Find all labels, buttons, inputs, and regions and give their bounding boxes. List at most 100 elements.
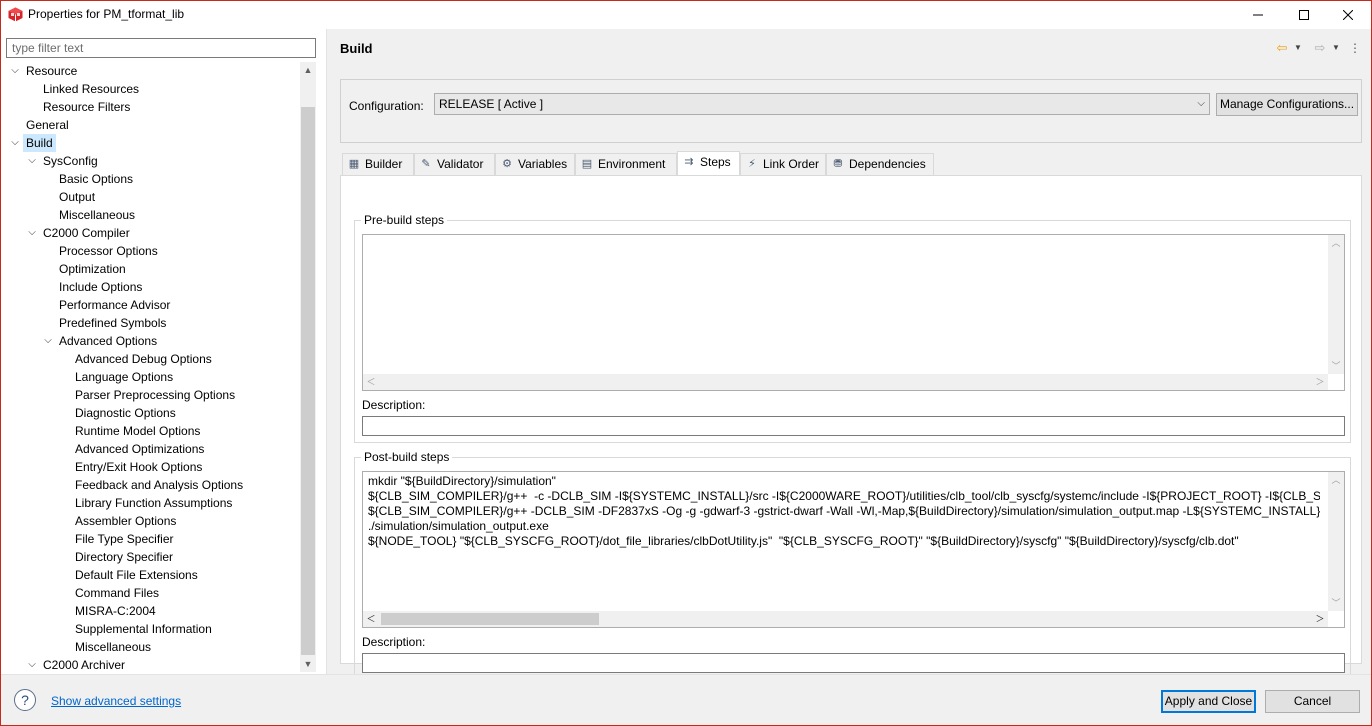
manage-configurations-button[interactable]: Manage Configurations... (1216, 93, 1358, 116)
chevron-down-icon[interactable]: ⌵ (9, 134, 21, 152)
scroll-up-icon[interactable]: ▲ (300, 62, 316, 78)
window-title: Properties for PM_tformat_lib (28, 7, 185, 21)
scroll-left-icon[interactable]: ＜ (363, 611, 379, 627)
tree-item-label: General (26, 118, 69, 132)
close-button[interactable] (1325, 1, 1371, 29)
tree-item[interactable]: ⌵ C2000 Compiler (1, 224, 299, 242)
chevron-down-icon[interactable]: ⌵ (26, 656, 38, 672)
tree-item[interactable]: ⌵ SysConfig (1, 152, 299, 170)
tree-item[interactable]: General (1, 116, 299, 134)
configuration-select[interactable]: RELEASE [ Active ] ⌵ (434, 93, 1210, 115)
configuration-section: Configuration: RELEASE [ Active ] ⌵ Mana… (340, 79, 1362, 143)
tab-label: Environment (598, 157, 666, 171)
help-icon[interactable]: ? (14, 689, 36, 711)
apply-and-close-button[interactable]: Apply and Close (1161, 690, 1256, 713)
tree-item-label: Supplemental Information (75, 622, 212, 636)
tree-item[interactable]: Processor Options (1, 242, 299, 260)
tree-item[interactable]: MISRA-C:2004 (1, 602, 299, 620)
scroll-right-icon[interactable]: ＞ (1312, 374, 1328, 390)
tree-item[interactable]: Predefined Symbols (1, 314, 299, 332)
tree-item[interactable]: Default File Extensions (1, 566, 299, 584)
pre-build-description-field[interactable] (362, 416, 1345, 436)
chevron-down-icon[interactable]: ⌵ (42, 332, 54, 350)
tree-item[interactable]: Linked Resources (1, 80, 299, 98)
tab-validator[interactable]: ✎ Validator (414, 153, 495, 175)
title-bar[interactable]: Properties for PM_tformat_lib (1, 1, 1371, 29)
tree-item-label: Feedback and Analysis Options (75, 478, 244, 492)
show-advanced-settings-link[interactable]: Show advanced settings (51, 694, 181, 708)
tree-item[interactable]: Command Files (1, 584, 299, 602)
tree-item[interactable]: Miscellaneous (1, 206, 299, 224)
tree-item[interactable]: Output (1, 188, 299, 206)
cancel-button[interactable]: Cancel (1265, 690, 1360, 713)
scroll-up-icon[interactable]: ︿ (1328, 235, 1344, 251)
post-build-commands[interactable]: mkdir "${BuildDirectory}/simulation" ${CL… (362, 471, 1345, 628)
scroll-right-icon[interactable]: ＞ (1312, 611, 1328, 627)
maximize-button[interactable] (1281, 1, 1327, 29)
tree-item[interactable]: Feedback and Analysis Options (1, 476, 299, 494)
properties-dialog: Properties for PM_tformat_lib ⌵ Resource L… (0, 0, 1372, 726)
scroll-up-icon[interactable]: ︿ (1328, 472, 1344, 488)
post-build-description-field[interactable] (362, 653, 1345, 673)
tree-item[interactable]: ⌵ C2000 Archiver (1, 656, 299, 672)
post-build-vscroll[interactable]: ︿ ﹀ (1328, 472, 1344, 611)
tree-item-label: Command Files (75, 586, 160, 600)
tree-item[interactable]: Supplemental Information (1, 620, 299, 638)
tree-item[interactable]: Language Options (1, 368, 299, 386)
tree-item[interactable]: Runtime Model Options (1, 422, 299, 440)
tree-item[interactable]: ⌵ Advanced Options (1, 332, 299, 350)
tree-item[interactable]: Advanced Debug Options (1, 350, 299, 368)
minimize-button[interactable] (1235, 1, 1281, 29)
scroll-left-icon[interactable]: ＜ (363, 374, 379, 390)
post-build-command-text: mkdir "${BuildDirectory}/simulation" ${CL… (368, 474, 1320, 549)
post-build-line: ./simulation/simulation_output.exe (368, 519, 549, 533)
chevron-down-icon[interactable]: ⌵ (26, 224, 38, 242)
tree-item[interactable]: Basic Options (1, 170, 299, 188)
tab-environment[interactable]: ▤ Environment (575, 153, 677, 175)
tree-item[interactable]: ⌵ Resource (1, 62, 299, 80)
scroll-down-icon[interactable]: ﹀ (1328, 358, 1344, 374)
view-menu-icon[interactable]: ⋮ (1349, 39, 1361, 57)
hscroll-thumb[interactable] (381, 613, 599, 625)
tree-item[interactable]: Parser Preprocessing Options (1, 386, 299, 404)
tree-item[interactable]: File Type Specifier (1, 530, 299, 548)
chevron-down-icon[interactable]: ⌵ (9, 62, 21, 80)
tree-item-label: Advanced Debug Options (75, 352, 212, 366)
filter-input[interactable] (6, 38, 316, 58)
forward-dropdown-icon[interactable]: ▼ (1331, 39, 1341, 57)
scrollbar-thumb[interactable] (301, 107, 315, 655)
tree-item[interactable]: Assembler Options (1, 512, 299, 530)
tab-steps[interactable]: ⇉ Steps (677, 151, 740, 175)
chevron-down-icon[interactable]: ⌵ (26, 152, 38, 170)
tree-item-label: Diagnostic Options (75, 406, 176, 420)
scroll-down-icon[interactable]: ▼ (300, 656, 316, 672)
forward-arrow-icon[interactable]: ⇨ (1311, 39, 1329, 57)
pre-build-hscroll[interactable]: ＜ ＞ (363, 374, 1328, 390)
tree-scrollbar[interactable]: ▲ ▼ (300, 62, 316, 672)
tab-link-order[interactable]: ⚡ Link Order (740, 153, 826, 175)
tab-variables[interactable]: ⚙ Variables (495, 153, 575, 175)
pre-build-commands[interactable]: ︿ ﹀ ＜ ＞ (362, 234, 1345, 391)
tab-dependencies[interactable]: ⛃ Dependencies (826, 153, 934, 175)
tree-item[interactable]: Performance Advisor (1, 296, 299, 314)
post-build-hscroll[interactable]: ＜ ＞ (363, 611, 1328, 627)
tree-item[interactable]: Advanced Optimizations (1, 440, 299, 458)
back-arrow-icon[interactable]: ⇦ (1273, 39, 1291, 57)
tree-item-label: Performance Advisor (59, 298, 171, 312)
tree-item-label: Advanced Optimizations (75, 442, 205, 456)
tree-item[interactable]: Miscellaneous (1, 638, 299, 656)
back-dropdown-icon[interactable]: ▼ (1293, 39, 1303, 57)
close-icon (1343, 10, 1353, 20)
tree-item[interactable]: Include Options (1, 278, 299, 296)
scroll-down-icon[interactable]: ﹀ (1328, 595, 1344, 611)
tree-item[interactable]: ⌵ Build (1, 134, 299, 152)
tree-item[interactable]: Resource Filters (1, 98, 299, 116)
tree-item-label: Optimization (59, 262, 126, 276)
pre-build-vscroll[interactable]: ︿ ﹀ (1328, 235, 1344, 374)
tree-item[interactable]: Diagnostic Options (1, 404, 299, 422)
tree-item[interactable]: Optimization (1, 260, 299, 278)
tree-item[interactable]: Directory Specifier (1, 548, 299, 566)
tree-item[interactable]: Library Function Assumptions (1, 494, 299, 512)
tree-item[interactable]: Entry/Exit Hook Options (1, 458, 299, 476)
tab-builder[interactable]: ▦ Builder (342, 153, 414, 175)
